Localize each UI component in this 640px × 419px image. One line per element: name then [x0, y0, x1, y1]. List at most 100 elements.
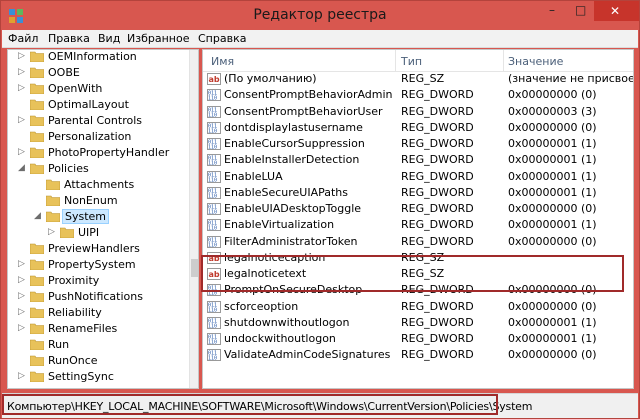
tree-item-label: PushNotifications [48, 290, 143, 303]
expand-icon[interactable] [34, 179, 44, 189]
svg-text:110: 110 [208, 128, 217, 134]
value-row[interactable]: 011 110 ConsentPromptBehaviorAdmin REG_DWOR… [203, 87, 633, 104]
value-data: 0x00000001 (1) [508, 153, 597, 167]
value-data: 0x00000001 (1) [508, 315, 597, 329]
value-row[interactable]: 011 110 ConsentPromptBehaviorUser REG_DWORD… [203, 104, 633, 121]
expand-icon[interactable]: ▷ [18, 115, 28, 125]
menu-edit[interactable]: Правка [48, 32, 90, 45]
svg-text:110: 110 [208, 323, 217, 329]
tree-item-label: PhotoPropertyHandler [48, 146, 170, 159]
menu-file[interactable]: Файл [8, 32, 38, 45]
tree-item-label: OOBE [48, 66, 80, 79]
column-divider[interactable] [503, 50, 504, 72]
key-tree-pane[interactable]: ▷ OEMInformation ▷ OOBE ▷ OpenWith OptimalLayo… [7, 49, 199, 389]
value-row[interactable]: 011 110 EnableSecureUIAPaths REG_DWORD 0x000… [203, 185, 633, 202]
value-data: 0x00000001 (1) [508, 137, 597, 150]
expand-icon[interactable]: ▷ [18, 307, 28, 317]
tree-item-label: Reliability [48, 306, 102, 319]
value-name: ValidateAdminCodeSignatures [224, 348, 391, 362]
value-type: REG_DWORD [401, 234, 474, 248]
menu-favorites[interactable]: Избранное [127, 32, 189, 45]
expand-icon[interactable]: ◢ [18, 163, 28, 173]
close-icon: ✕ [610, 4, 621, 18]
expand-icon[interactable]: ▷ [18, 371, 28, 381]
value-row[interactable]: ab (По умолчанию) REG_SZ (значение не присв… [203, 71, 634, 88]
value-name: FilterAdministratorToken [224, 234, 358, 248]
expand-icon[interactable]: ▷ [48, 227, 58, 237]
folder-icon [30, 275, 44, 286]
expand-icon[interactable] [34, 195, 44, 205]
value-row[interactable]: 011 110 shutdownwithoutlogon REG_DWORD 0x000… [203, 315, 633, 332]
value-row[interactable]: 011 110 EnableCursorSuppression REG_DWORD 0x… [203, 136, 633, 153]
values-pane[interactable]: Имя Тип Значение ab (По умолчанию) REG_SZ (… [202, 49, 634, 389]
expand-icon[interactable]: ▷ [18, 147, 28, 157]
value-data: (значение не присвоено) [508, 72, 634, 85]
dword-value-icon: 011110 [207, 333, 221, 345]
folder-icon [46, 195, 60, 206]
dword-value-icon: 011110 [207, 170, 221, 183]
values-header: Имя Тип Значение [203, 50, 633, 72]
expand-icon[interactable] [18, 339, 28, 349]
value-data: 0x00000000 (0) [508, 299, 597, 313]
value-name: EnableLUA [224, 169, 283, 183]
tree-item-label: RenameFiles [48, 322, 118, 335]
column-header-name[interactable]: Имя [211, 55, 234, 68]
menu-help[interactable]: Справка [198, 32, 246, 45]
expand-icon[interactable]: ▷ [18, 67, 28, 77]
expand-icon[interactable]: ◢ [34, 211, 44, 221]
folder-icon [30, 163, 44, 174]
menu-view[interactable]: Вид [98, 32, 120, 45]
folder-icon [30, 355, 44, 366]
tree-scrollbar-thumb[interactable] [191, 259, 198, 277]
value-type: REG_DWORD [401, 120, 474, 134]
folder-icon [30, 115, 44, 126]
svg-text:110: 110 [208, 340, 217, 346]
column-divider[interactable] [395, 50, 396, 72]
value-row[interactable]: 011 110 undockwithoutlogon REG_DWORD 0x00000… [203, 331, 633, 348]
folder-icon [30, 307, 44, 318]
column-header-type[interactable]: Тип [401, 55, 422, 68]
expand-icon[interactable]: ▷ [18, 323, 28, 333]
svg-text:ab: ab [209, 75, 220, 84]
value-row[interactable]: 011 110 FilterAdministratorToken REG_DWORD 0… [203, 234, 633, 251]
svg-text:110: 110 [208, 145, 217, 151]
expand-icon[interactable]: ▷ [18, 83, 28, 93]
highlight-frame-legalnotice [201, 255, 624, 292]
tree-item-label: OEMInformation [48, 50, 137, 63]
expand-icon[interactable] [18, 243, 28, 253]
tree-scrollbar[interactable] [189, 50, 198, 388]
value-row[interactable]: 011 110 EnableUIADesktopToggle REG_DWORD 0x0… [203, 201, 633, 218]
expand-icon[interactable] [18, 99, 28, 109]
close-button[interactable]: ✕ [594, 1, 639, 21]
expand-icon[interactable]: ▷ [18, 259, 28, 269]
folder-icon [30, 51, 44, 62]
value-row[interactable]: 011 110 EnableLUA REG_DWORD 0x00000001 (1) [203, 169, 633, 186]
expand-icon[interactable]: ▷ [18, 291, 28, 301]
value-row[interactable]: 011 110 scforceoption REG_DWORD 0x00000000 (… [203, 299, 633, 316]
dword-value-icon: 011110 [207, 154, 221, 167]
column-header-value[interactable]: Значение [508, 55, 563, 68]
svg-text:110: 110 [208, 193, 217, 199]
dword-value-icon: 011110 [207, 89, 221, 102]
minimize-button[interactable]: – [540, 1, 567, 21]
value-row[interactable]: 011 110 EnableVirtualization REG_DWORD 0x000… [203, 217, 633, 234]
expand-icon[interactable]: ▷ [18, 51, 28, 61]
tree-item-label: RunOnce [48, 354, 98, 367]
value-row[interactable]: 011 110 EnableInstallerDetection REG_DWORD 0… [203, 152, 633, 169]
maximize-button[interactable]: □ [567, 1, 594, 21]
value-data: 0x00000000 (0) [508, 88, 597, 102]
svg-text:110: 110 [208, 356, 217, 362]
folder-icon [30, 99, 44, 110]
string-value-icon: ab [207, 73, 221, 85]
value-name: EnableCursorSuppression [224, 137, 365, 150]
value-name: EnableSecureUIAPaths [224, 185, 349, 199]
value-row[interactable]: 011 110 ValidateAdminCodeSignatures REG_DWO… [203, 347, 633, 364]
folder-icon [30, 67, 44, 78]
expand-icon[interactable]: ▷ [18, 275, 28, 285]
expand-icon[interactable] [18, 131, 28, 141]
expand-icon[interactable] [18, 355, 28, 365]
value-row[interactable]: 011 110 dontdisplaylastusername REG_DWORD 0x… [203, 120, 633, 137]
title-bar[interactable]: Редактор реестра – □ ✕ [1, 1, 639, 30]
value-name: EnableUIADesktopToggle [224, 202, 362, 215]
value-type: REG_DWORD [401, 348, 474, 362]
